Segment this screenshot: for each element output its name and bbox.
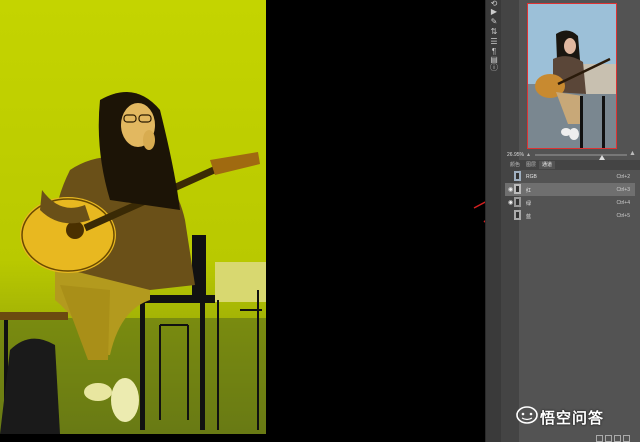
channel-name: 蓝 — [526, 214, 532, 220]
channel-shortcut: Ctrl+2 — [616, 174, 630, 180]
zoom-level[interactable]: 26.95% — [507, 152, 524, 158]
watermark-text: 悟空问答 — [540, 410, 605, 427]
channel-row-green[interactable]: ◉ 绿 Ctrl+4 — [505, 196, 635, 209]
trash-icon[interactable] — [623, 435, 630, 442]
tab-layers[interactable]: 图层 — [523, 161, 539, 169]
channel-shortcut: Ctrl+5 — [616, 213, 630, 219]
channel-shortcut: Ctrl+4 — [616, 200, 630, 206]
panel-tool-strip: ⟲ ▶ ✎ ⇅ ☰ ¶ ▤ ⓘ — [485, 0, 502, 442]
zoom-out-icon[interactable]: ▴ — [527, 151, 530, 158]
channel-thumbnail — [514, 210, 521, 220]
adjust-icon[interactable]: ⇅ — [489, 28, 499, 36]
info-icon[interactable]: ⓘ — [489, 64, 499, 72]
brush-icon[interactable]: ✎ — [489, 18, 499, 26]
channel-shortcut: Ctrl+3 — [616, 187, 630, 193]
document-photo — [0, 0, 266, 434]
channel-thumbnail — [514, 184, 521, 194]
watermark-logo-icon — [516, 406, 538, 424]
channel-thumbnail — [514, 197, 521, 207]
panel-tabs: 颜色 图层 通道 — [505, 160, 640, 170]
channel-name: RGB — [526, 174, 537, 180]
document-canvas[interactable] — [0, 0, 485, 442]
tab-color[interactable]: 颜色 — [507, 161, 523, 169]
channel-name: 绿 — [526, 201, 532, 207]
navigator-zoom-bar: 26.95% ▴ ▲ — [505, 150, 636, 160]
properties-icon[interactable]: ☰ — [489, 38, 499, 46]
visibility-eye-icon[interactable]: ◉ — [508, 199, 513, 206]
channel-panel-footer — [594, 434, 640, 442]
save-selection-icon[interactable] — [605, 435, 612, 442]
navigator-preview[interactable] — [527, 3, 617, 149]
channel-thumbnail — [514, 171, 521, 181]
channel-row-blue[interactable]: 蓝 Ctrl+5 — [505, 209, 635, 222]
visibility-eye-icon[interactable]: ◉ — [508, 186, 513, 193]
channel-row-red[interactable]: ◉ 红 Ctrl+3 — [505, 183, 635, 196]
tab-channels[interactable]: 通道 — [539, 161, 556, 169]
new-channel-icon[interactable] — [614, 435, 621, 442]
zoom-slider[interactable] — [535, 154, 627, 160]
watermark: 悟空问答 — [516, 405, 640, 427]
zoom-in-icon[interactable]: ▲ — [629, 150, 636, 157]
load-selection-icon[interactable] — [596, 435, 603, 442]
channel-row-rgb[interactable]: RGB Ctrl+2 — [505, 170, 635, 183]
channel-name: 红 — [526, 188, 532, 194]
play-icon[interactable]: ▶ — [489, 8, 499, 16]
